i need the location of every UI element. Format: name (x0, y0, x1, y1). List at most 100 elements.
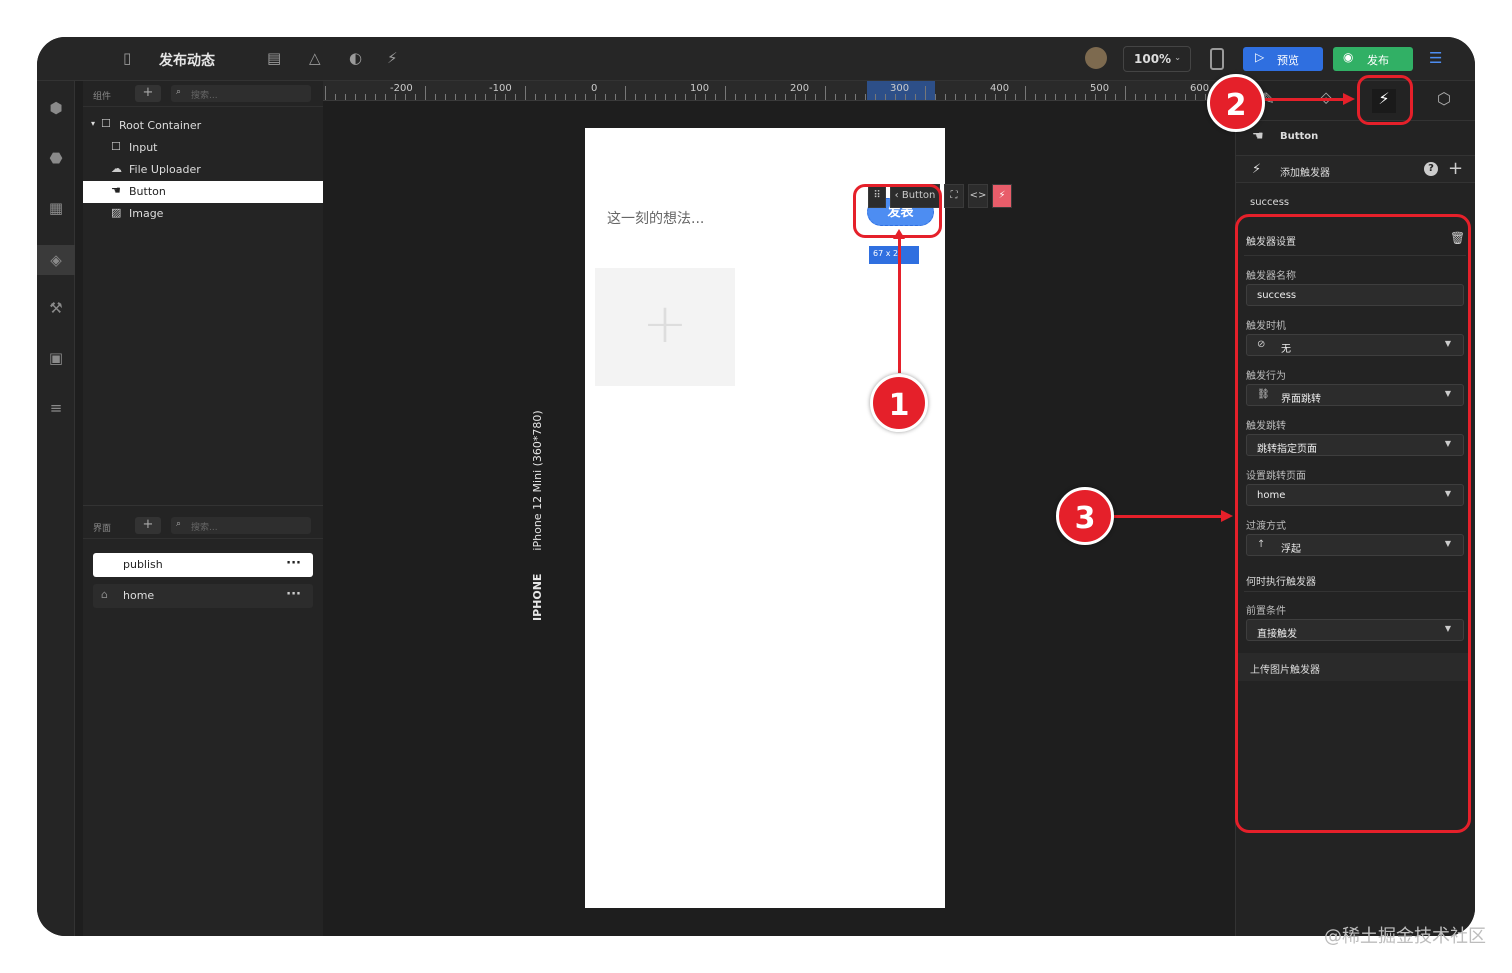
tree-item-button[interactable]: ☚ Button (83, 181, 323, 203)
ruler-tick (815, 94, 816, 100)
file-uploader[interactable]: + (595, 268, 735, 386)
page-search-input[interactable]: ⌕ 搜索... (171, 517, 311, 534)
components-icon[interactable]: ⬣ (47, 149, 65, 167)
tree-item-label: File Uploader (129, 163, 201, 176)
search-icon: ⌕ (176, 87, 182, 97)
more-icon[interactable]: ··· (286, 587, 301, 602)
ruler-tick (595, 94, 596, 100)
ruler-tick (435, 94, 436, 100)
component-header: ☚ Button (1236, 129, 1475, 149)
package-tab-icon[interactable]: ⬡ (1432, 89, 1456, 113)
component-search-placeholder: 搜索... (191, 91, 218, 101)
add-trigger-row[interactable]: ⚡ 添加触发器 ? + (1236, 155, 1475, 183)
ruler-tick (1105, 94, 1106, 100)
ruler-tick (645, 94, 646, 100)
ruler-tick (1165, 94, 1166, 100)
page-item-label: home (123, 589, 155, 602)
ruler-tick (395, 94, 396, 100)
plus-icon: + (642, 292, 688, 355)
ruler-tick (445, 94, 446, 100)
data-tab-icon[interactable]: ⟐ (1314, 89, 1338, 113)
add-page-button[interactable]: + (135, 517, 161, 534)
page-title: 发布动态 (159, 53, 215, 69)
nodes-icon[interactable]: ◐ (349, 49, 362, 67)
ruler-tick (535, 94, 536, 100)
fullscreen-icon[interactable]: ⛶ (944, 184, 964, 208)
ruler-tick (785, 94, 786, 100)
ruler-tick (355, 94, 356, 100)
ruler-tick (685, 94, 686, 100)
add-trigger-button[interactable]: + (1448, 158, 1463, 179)
ruler-tick (805, 94, 806, 100)
ruler-tick (585, 94, 586, 100)
ruler-tick (375, 94, 376, 100)
ruler-tick (745, 94, 746, 100)
page-item-label: publish (123, 558, 163, 571)
layout-icon[interactable]: ▦ (47, 199, 65, 217)
ruler-tick (885, 94, 886, 100)
annotation-badge-1: 1 (870, 374, 928, 432)
caret-down-icon: ▾ (91, 119, 96, 128)
publish-button[interactable]: ◉ 发布 (1333, 47, 1413, 71)
eye-icon: ◉ (1343, 50, 1354, 64)
list-icon[interactable]: ≡ (47, 399, 65, 417)
tree-item-root[interactable]: ▾ ☐ Root Container (83, 115, 323, 137)
tree-item-input[interactable]: ☐ Input (83, 137, 323, 159)
ruler-tick (955, 94, 956, 100)
annotation-box-2 (1357, 75, 1413, 125)
ruler-tick (1065, 94, 1066, 100)
bolt-icon: ⚡ (1252, 162, 1262, 177)
preview-button[interactable]: ▷ 预览 (1243, 47, 1323, 71)
ruler-tick (495, 94, 496, 100)
divider[interactable] (83, 505, 323, 506)
pages-header: 界面 + ⌕ 搜索... (83, 513, 323, 539)
ruler-tick (485, 94, 486, 100)
ruler-tick (965, 94, 966, 100)
ruler-label: 200 (790, 83, 810, 94)
avatar[interactable] (1085, 47, 1107, 69)
bolt-icon[interactable]: ⚡ (387, 49, 398, 67)
help-icon[interactable]: ? (1424, 162, 1438, 176)
page-item-publish[interactable]: publish ··· (93, 553, 313, 577)
ruler-label: 0 (591, 83, 598, 94)
device-icon[interactable] (1210, 48, 1224, 70)
settings-sliders-icon[interactable]: ☰ (1429, 49, 1442, 67)
drive-icon[interactable]: △ (309, 49, 321, 67)
trigger-bolt-icon[interactable]: ⚡ (992, 184, 1012, 208)
more-icon[interactable]: ··· (286, 556, 301, 571)
ruler-tick (605, 94, 606, 100)
ruler-tick (335, 94, 336, 100)
trigger-list-item-label: success (1250, 197, 1290, 208)
arrow-head-right-icon (1343, 93, 1355, 105)
square-icon: ☐ (101, 117, 111, 130)
device-type-label: IPHONE (531, 573, 544, 621)
phone-frame[interactable]: 这一刻的想法... + 发表 67 x 2 (585, 128, 945, 908)
page-search-placeholder: 搜索... (191, 523, 218, 533)
text-input-placeholder[interactable]: 这一刻的想法... (607, 208, 704, 228)
ruler-tick (1075, 94, 1076, 100)
ruler-tick (865, 94, 866, 100)
document-icon[interactable]: ▤ (267, 49, 281, 67)
add-component-button[interactable]: + (135, 85, 161, 102)
sidebar-toggle-icon[interactable]: ▯ (123, 49, 131, 67)
trigger-list-item[interactable]: success (1236, 193, 1475, 213)
component-search-input[interactable]: ⌕ 搜索... (171, 85, 311, 102)
page-item-home[interactable]: ⌂ home ··· (93, 584, 313, 608)
ruler-tick (1005, 94, 1006, 100)
tree-item-image[interactable]: ▨ Image (83, 203, 323, 225)
watermark: @稀土掘金技术社区 (1324, 926, 1486, 947)
layers-icon[interactable]: ◈ (37, 245, 75, 275)
ruler-tick (405, 94, 406, 100)
template-icon[interactable]: ▣ (47, 349, 65, 367)
code-icon[interactable]: <> (968, 184, 988, 208)
zoom-select[interactable]: 100% ⌄ (1123, 46, 1191, 72)
ruler-tick (1145, 94, 1146, 100)
device-model-label: iPhone 12 Mini (360*780) (531, 410, 544, 551)
annotation-arrow-3 (1113, 515, 1223, 518)
hammer-icon[interactable]: ⚒ (47, 299, 65, 317)
ruler-tick (455, 94, 456, 100)
cube-icon[interactable]: ⬢ (47, 99, 65, 117)
tree-item-file-uploader[interactable]: ☁ File Uploader (83, 159, 323, 181)
ruler-tick (1115, 94, 1116, 100)
zoom-value: 100% (1134, 52, 1172, 66)
